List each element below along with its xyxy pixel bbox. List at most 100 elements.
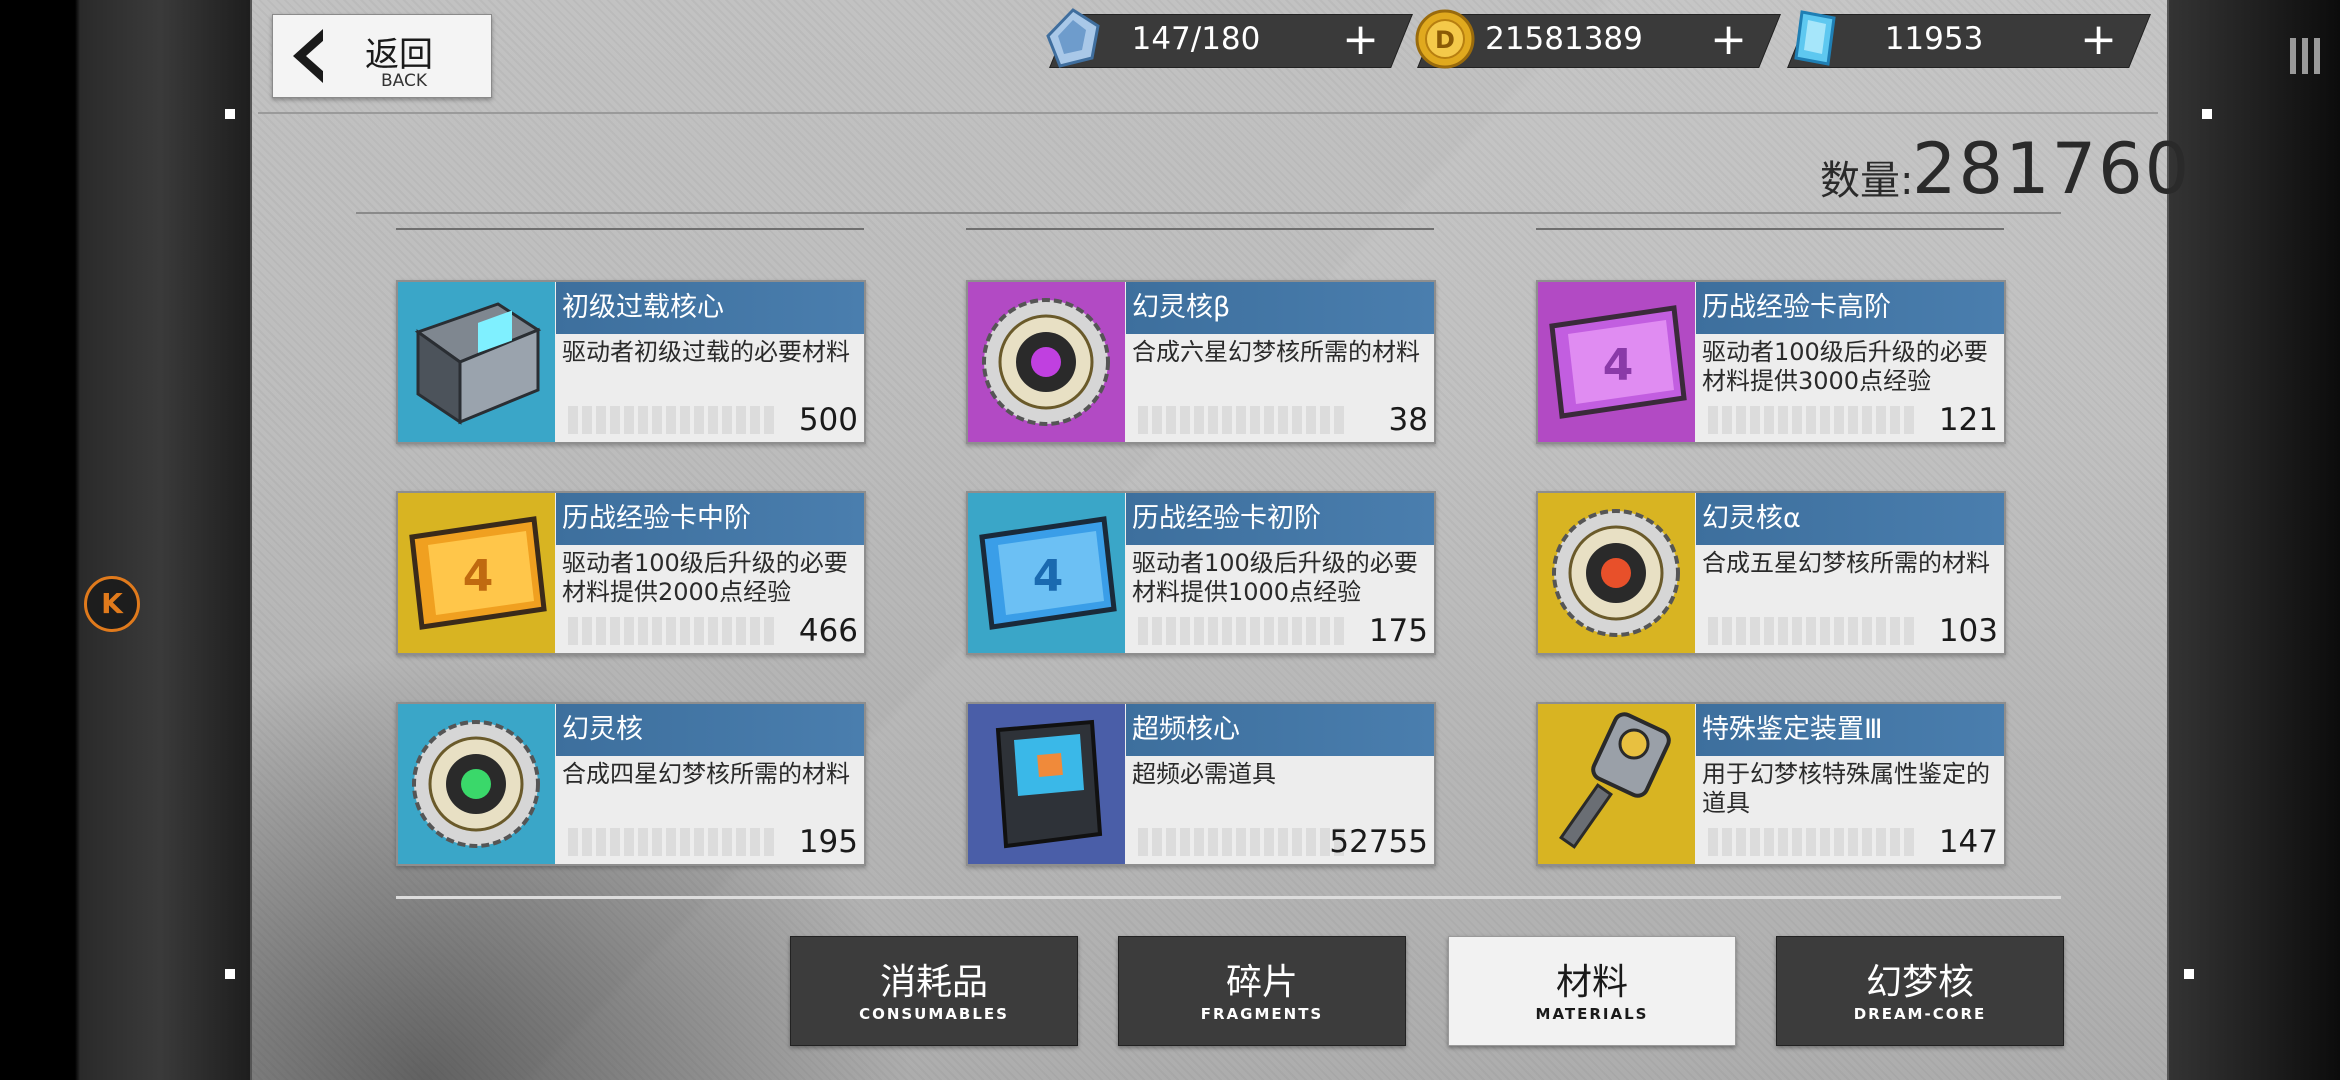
card-pattern [1708,406,1914,434]
quantity-value: 281760 [1912,128,2192,210]
tab-label-cn: 碎片 [1225,962,1298,1003]
item-card[interactable]: 幻灵核β 合成六星幻梦核所需的材料 38 [966,280,1436,444]
item-card[interactable]: 初级过载核心 驱动者初级过载的必要材料 500 [396,280,866,444]
column-divider [1536,228,2004,230]
header-divider [258,112,2158,114]
item-image: 4 [398,493,555,653]
phantom-core-icon [412,720,540,848]
item-description: 超频必需道具 [1132,760,1276,788]
item-image: 4 [1538,282,1695,442]
item-count: 195 [798,824,858,860]
overload-core-icon [414,302,542,425]
item-description: 驱动者100级后升级的必要材料提供2000点经验 [562,549,848,606]
left-side-panel [0,0,250,1080]
item-name: 历战经验卡中阶 [556,493,864,545]
menu-icon[interactable] [2290,38,2328,74]
item-image [1538,704,1695,864]
stamina-crystal-icon [1046,8,1100,68]
tab-label-en: MATERIALS [1535,1005,1649,1023]
back-arrow-icon [293,29,324,83]
tab-materials[interactable]: 材料 MATERIALS [1448,936,1736,1046]
add-coins-button[interactable]: + [1710,14,1747,65]
item-image [1538,493,1695,653]
exp-card-purple-icon: 4 [1549,305,1687,419]
item-count: 121 [1938,402,1998,438]
tab-fragments[interactable]: 碎片 FRAGMENTS [1118,936,1406,1046]
item-name: 特殊鉴定装置Ⅲ [1696,704,2004,756]
item-name: 历战经验卡高阶 [1696,282,2004,334]
tab-label-cn: 材料 [1555,962,1628,1003]
item-description: 合成六星幻梦核所需的材料 [1132,338,1420,366]
gold-coin-icon: D [1415,9,1475,69]
corner-marker [2202,109,2212,119]
overclock-core-icon [995,719,1103,849]
tab-label-cn: 消耗品 [879,962,988,1003]
add-stamina-button[interactable]: + [1342,14,1379,65]
corner-marker [225,109,235,119]
item-card[interactable]: 幻灵核 合成四星幻梦核所需的材料 195 [396,702,866,866]
item-card[interactable]: 超频核心 超频必需道具 52755 [966,702,1436,866]
item-card[interactable]: 4 历战经验卡初阶 驱动者100级后升级的必要材料提供1000点经验 175 [966,491,1436,655]
list-bottom-divider [396,896,2061,899]
item-image: 4 [968,493,1125,653]
item-image [398,704,555,864]
card-pattern [1138,617,1344,645]
phantom-core-beta-icon [982,298,1110,426]
corner-marker [225,969,235,979]
card-pattern [1138,828,1344,856]
tab-dream-core[interactable]: 幻梦核 DREAM-CORE [1776,936,2064,1046]
tab-label-cn: 幻梦核 [1865,962,1974,1003]
item-image [968,282,1125,442]
quantity-label: 数量: [1820,158,1914,204]
list-top-divider [356,212,2061,214]
column-divider [966,228,1434,230]
svg-text:4: 4 [1033,551,1064,602]
item-count: 175 [1368,613,1428,649]
back-label-cn: 返回 [365,35,433,75]
item-count: 500 [798,402,858,438]
svg-text:4: 4 [1603,340,1634,391]
k-side-button[interactable]: K [84,576,140,632]
item-description: 驱动者100级后升级的必要材料提供3000点经验 [1702,338,1988,395]
tab-consumables[interactable]: 消耗品 CONSUMABLES [790,936,1078,1046]
item-count: 38 [1388,402,1428,438]
item-count: 466 [798,613,858,649]
card-pattern [568,828,774,856]
card-pattern [568,617,774,645]
card-pattern [568,406,774,434]
item-image [398,282,555,442]
item-description: 合成五星幻梦核所需的材料 [1702,549,1990,577]
item-card[interactable]: 幻灵核α 合成五星幻梦核所需的材料 103 [1536,491,2006,655]
item-name: 幻灵核 [556,704,864,756]
item-image [968,704,1125,864]
blue-diamond-icon [1794,10,1836,66]
column-divider [396,228,864,230]
tab-label-en: DREAM-CORE [1853,1005,1987,1023]
exp-card-blue-icon: 4 [979,516,1117,630]
add-diamonds-button[interactable]: + [2080,14,2117,65]
phantom-core-alpha-icon [1552,509,1680,637]
item-name: 超频核心 [1126,704,1434,756]
card-pattern [1138,406,1344,434]
card-pattern [1708,617,1914,645]
tab-label-en: FRAGMENTS [1200,1005,1324,1023]
item-description: 合成四星幻梦核所需的材料 [562,760,850,788]
corner-marker [2184,969,2194,979]
item-card[interactable]: 4 历战经验卡高阶 驱动者100级后升级的必要材料提供3000点经验 121 [1536,280,2006,444]
item-description: 驱动者100级后升级的必要材料提供1000点经验 [1132,549,1418,606]
item-card[interactable]: 4 历战经验卡中阶 驱动者100级后升级的必要材料提供2000点经验 466 [396,491,866,655]
card-pattern [1708,828,1914,856]
item-count: 52755 [1329,824,1428,860]
item-count: 147 [1938,824,1998,860]
item-name: 幻灵核α [1696,493,2004,545]
svg-text:D: D [1435,26,1455,54]
item-name: 初级过载核心 [556,282,864,334]
item-card[interactable]: 特殊鉴定装置Ⅲ 用于幻梦核特殊属性鉴定的道具 147 [1536,702,2006,866]
item-description: 驱动者初级过载的必要材料 [562,338,850,366]
back-button[interactable]: 返回 BACK [272,14,492,98]
item-count: 103 [1938,613,1998,649]
exp-card-orange-icon: 4 [409,516,547,630]
tab-label-en: CONSUMABLES [859,1005,1009,1023]
item-name: 历战经验卡初阶 [1126,493,1434,545]
svg-text:4: 4 [463,551,494,602]
